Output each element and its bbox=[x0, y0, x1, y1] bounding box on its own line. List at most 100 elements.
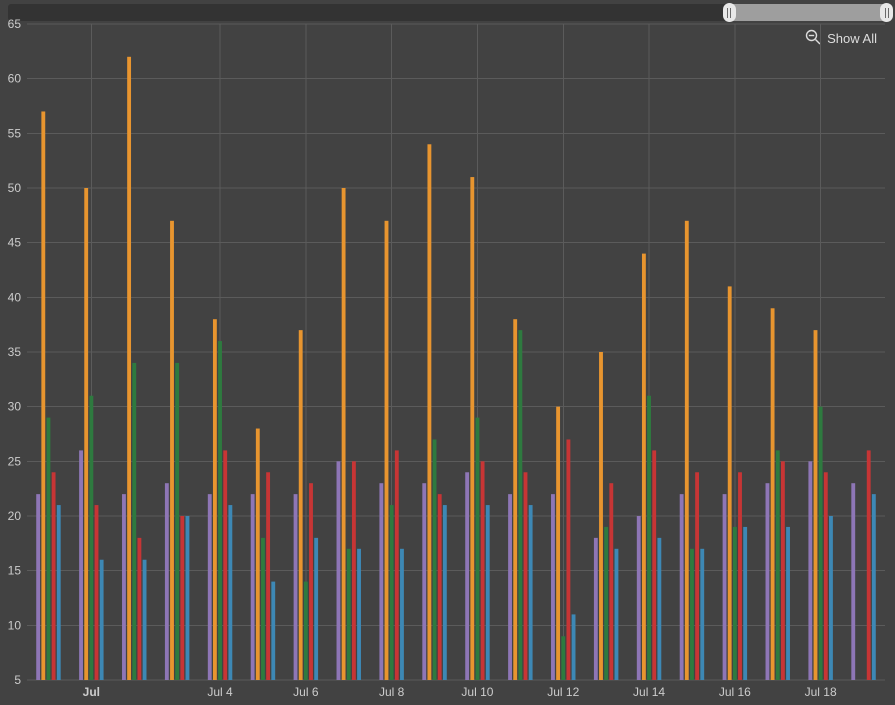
bar[interactable] bbox=[251, 494, 255, 680]
bar[interactable] bbox=[352, 461, 356, 680]
bar[interactable] bbox=[470, 177, 474, 680]
bar[interactable] bbox=[213, 319, 217, 680]
bar[interactable] bbox=[433, 439, 437, 680]
bar[interactable] bbox=[556, 407, 560, 680]
bar[interactable] bbox=[347, 549, 351, 680]
bar[interactable] bbox=[41, 111, 45, 680]
bar[interactable] bbox=[47, 418, 51, 680]
bar[interactable] bbox=[481, 461, 485, 680]
bar[interactable] bbox=[685, 221, 689, 680]
bar[interactable] bbox=[700, 549, 704, 680]
bar[interactable] bbox=[561, 636, 565, 680]
bar[interactable] bbox=[170, 221, 174, 680]
bar[interactable] bbox=[266, 472, 270, 680]
bar[interactable] bbox=[390, 505, 394, 680]
bar[interactable] bbox=[122, 494, 126, 680]
bar[interactable] bbox=[529, 505, 533, 680]
bar[interactable] bbox=[781, 461, 785, 680]
bar[interactable] bbox=[422, 483, 426, 680]
bar[interactable] bbox=[615, 549, 619, 680]
bar[interactable] bbox=[599, 352, 603, 680]
bar[interactable] bbox=[695, 472, 699, 680]
bar[interactable] bbox=[652, 450, 656, 680]
bar[interactable] bbox=[657, 538, 661, 680]
bar[interactable] bbox=[175, 363, 179, 680]
bar[interactable] bbox=[851, 483, 855, 680]
bar[interactable] bbox=[342, 188, 346, 680]
bar[interactable] bbox=[723, 494, 727, 680]
bar[interactable] bbox=[814, 330, 818, 680]
bar[interactable] bbox=[824, 472, 828, 680]
bar[interactable] bbox=[647, 396, 651, 680]
bar[interactable] bbox=[299, 330, 303, 680]
bar[interactable] bbox=[379, 483, 383, 680]
bar[interactable] bbox=[766, 483, 770, 680]
bar[interactable] bbox=[208, 494, 212, 680]
bar[interactable] bbox=[180, 516, 184, 680]
bar[interactable] bbox=[604, 527, 608, 680]
bar[interactable] bbox=[872, 494, 876, 680]
bar[interactable] bbox=[637, 516, 641, 680]
bar[interactable] bbox=[808, 461, 812, 680]
bar[interactable] bbox=[137, 538, 141, 680]
bar[interactable] bbox=[100, 560, 104, 680]
bar[interactable] bbox=[84, 188, 88, 680]
bar[interactable] bbox=[508, 494, 512, 680]
bar[interactable] bbox=[337, 461, 341, 680]
bar[interactable] bbox=[819, 407, 823, 680]
bar[interactable] bbox=[776, 450, 780, 680]
bar[interactable] bbox=[566, 439, 570, 680]
bar[interactable] bbox=[143, 560, 147, 680]
bar[interactable] bbox=[271, 582, 275, 680]
bar[interactable] bbox=[518, 330, 522, 680]
bar[interactable] bbox=[132, 363, 136, 680]
bar[interactable] bbox=[223, 450, 227, 680]
bar[interactable] bbox=[79, 450, 83, 680]
bar[interactable] bbox=[165, 483, 169, 680]
bar[interactable] bbox=[728, 286, 732, 680]
bar[interactable] bbox=[36, 494, 40, 680]
bar[interactable] bbox=[395, 450, 399, 680]
bar[interactable] bbox=[427, 144, 431, 680]
bar[interactable] bbox=[95, 505, 99, 680]
bar[interactable] bbox=[309, 483, 313, 680]
bar[interactable] bbox=[743, 527, 747, 680]
bar[interactable] bbox=[786, 527, 790, 680]
bar[interactable] bbox=[829, 516, 833, 680]
bar[interactable] bbox=[572, 614, 576, 680]
bar[interactable] bbox=[52, 472, 56, 680]
bar[interactable] bbox=[228, 505, 232, 680]
svg-text:15: 15 bbox=[8, 564, 22, 578]
bar[interactable] bbox=[438, 494, 442, 680]
bar[interactable] bbox=[690, 549, 694, 680]
bar[interactable] bbox=[594, 538, 598, 680]
bar[interactable] bbox=[294, 494, 298, 680]
bar[interactable] bbox=[513, 319, 517, 680]
bar[interactable] bbox=[642, 254, 646, 680]
bar[interactable] bbox=[771, 308, 775, 680]
bar[interactable] bbox=[609, 483, 613, 680]
bar[interactable] bbox=[867, 450, 871, 680]
bar[interactable] bbox=[57, 505, 61, 680]
bar[interactable] bbox=[314, 538, 318, 680]
bar[interactable] bbox=[186, 516, 190, 680]
bar[interactable] bbox=[261, 538, 265, 680]
bar[interactable] bbox=[486, 505, 490, 680]
bar[interactable] bbox=[218, 341, 222, 680]
bar[interactable] bbox=[524, 472, 528, 680]
bar[interactable] bbox=[304, 582, 308, 680]
bar[interactable] bbox=[357, 549, 361, 680]
bar[interactable] bbox=[465, 472, 469, 680]
svg-text:Jul 4: Jul 4 bbox=[207, 685, 233, 699]
bar[interactable] bbox=[551, 494, 555, 680]
bar[interactable] bbox=[443, 505, 447, 680]
bar[interactable] bbox=[385, 221, 389, 680]
bar[interactable] bbox=[738, 472, 742, 680]
bar[interactable] bbox=[476, 418, 480, 680]
bar[interactable] bbox=[127, 57, 131, 680]
bar[interactable] bbox=[680, 494, 684, 680]
bar[interactable] bbox=[733, 527, 737, 680]
bar[interactable] bbox=[256, 429, 260, 680]
bar[interactable] bbox=[400, 549, 404, 680]
bar[interactable] bbox=[89, 396, 93, 680]
